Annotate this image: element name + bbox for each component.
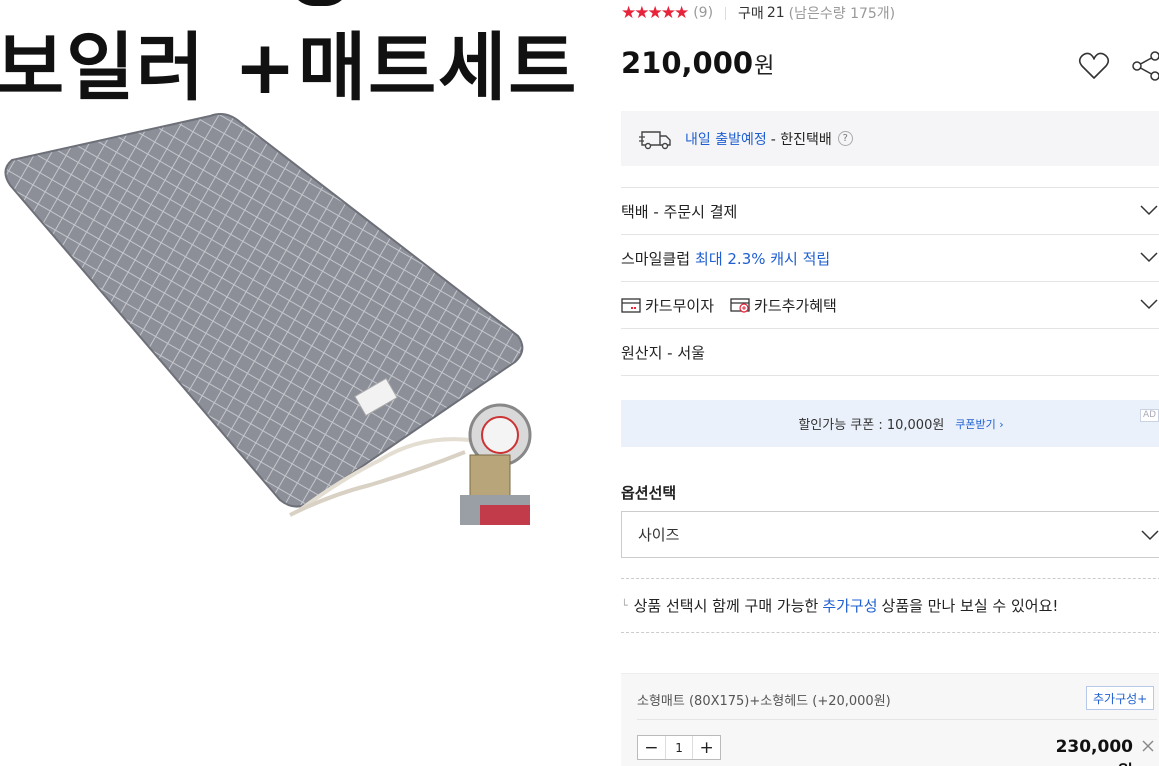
mat-illustration: [4, 113, 532, 525]
quantity-stepper: − 1 +: [637, 735, 721, 760]
chevron-down-icon: [1140, 205, 1158, 216]
decrease-quantity-button[interactable]: −: [638, 736, 665, 759]
review-count-link[interactable]: (9): [693, 5, 713, 21]
divider: [637, 719, 1157, 720]
size-option-select[interactable]: 사이즈: [621, 511, 1159, 558]
coupon-banner[interactable]: 할인가능 쿠폰 : 10,000원 쿠폰받기 › AD: [621, 400, 1159, 447]
purchase-label: 구매: [738, 6, 764, 22]
price-row: 210,000 원: [621, 46, 774, 86]
rating-stars-icon: ★★★★★: [621, 3, 689, 23]
price-unit: 원: [754, 54, 775, 79]
card-plus-icon: [730, 298, 750, 313]
ad-badge: AD: [1140, 409, 1159, 422]
chevron-down-icon: [1140, 299, 1158, 310]
chevron-down-icon: [1140, 252, 1158, 263]
get-coupon-link[interactable]: 쿠폰받기 ›: [955, 416, 1003, 432]
delivery-info: 내일 출발예정 - 한진택배 ?: [621, 111, 1159, 166]
image-title-text: 보일러 +매트세트: [0, 25, 575, 111]
benefit-rows: 택배 - 주문시 결제 스마일클럽 최대 2.3% 캐시 적립 카드무이자 카드…: [621, 187, 1159, 376]
rating-row: ★★★★★ (9) 구매 21 (남은수량 175개): [621, 2, 895, 24]
origin-text: 원산지 - 서울: [621, 343, 705, 362]
selected-option-price: 230,000 원: [1041, 737, 1133, 766]
shipping-text: 택배 - 주문시 결제: [621, 202, 738, 221]
product-image: 보일러 +매트세트: [0, 0, 575, 525]
increase-quantity-button[interactable]: +: [693, 736, 720, 759]
help-icon[interactable]: ?: [837, 131, 853, 146]
stock-remaining: (남은수량 175개): [788, 6, 896, 22]
option-section-title: 옵션선택: [621, 484, 677, 502]
selected-price-amount: 230,000: [1055, 737, 1133, 757]
product-price: 210,000: [621, 46, 754, 80]
shipping-row[interactable]: 택배 - 주문시 결제: [621, 188, 1159, 235]
purchase-count: 21: [766, 5, 785, 21]
size-option-value: 사이즈: [638, 526, 680, 544]
heart-icon: [1078, 52, 1110, 79]
add-extra-button[interactable]: 추가구성+: [1086, 686, 1155, 710]
delivery-carrier: - 한진택배: [770, 131, 832, 148]
coupon-text: 할인가능 쿠폰 : 10,000원: [798, 418, 945, 433]
share-icon: [1132, 51, 1159, 81]
card-icon: [621, 298, 641, 313]
smile-club-row[interactable]: 스마일클럽 최대 2.3% 캐시 적립: [621, 235, 1159, 282]
smile-club-label: 스마일클럽: [621, 249, 691, 268]
card-benefit-row[interactable]: 카드무이자 카드추가혜택: [621, 282, 1159, 329]
tree-branch-icon: └: [621, 599, 628, 612]
addon-hint: └ 상품 선택시 함께 구매 가능한 추가구성 상품을 만나 보실 수 있어요!: [621, 578, 1159, 633]
card-extra-label: 카드추가혜택: [754, 296, 837, 315]
chevron-down-icon: [1141, 530, 1159, 541]
quantity-input[interactable]: 1: [664, 736, 694, 759]
smile-club-benefit: 최대 2.3% 캐시 적립: [695, 249, 831, 268]
selected-option-box: 소형매트 (80X175)+소형헤드 (+20,000원) 추가구성+ − 1 …: [621, 673, 1159, 766]
wishlist-button[interactable]: [1078, 51, 1110, 81]
divider: [725, 6, 727, 20]
delivery-date-link[interactable]: 내일 출발예정: [685, 129, 767, 149]
origin-row: 원산지 - 서울: [621, 329, 1159, 376]
image-top-glyph: [290, 0, 350, 6]
addon-hint-before: 상품 선택시 함께 구매 가능한: [633, 597, 819, 615]
share-button[interactable]: [1131, 51, 1159, 81]
card-no-interest-label: 카드무이자: [645, 296, 715, 315]
selected-option-name: 소형매트 (80X175)+소형헤드 (+20,000원): [637, 694, 891, 709]
product-page: 보일러 +매트세트 ★★★★★ (9) 구매 21 (남은수량 175개) 21…: [0, 0, 1159, 766]
selected-price-unit: 원: [1117, 762, 1133, 766]
truck-icon: [639, 130, 671, 149]
addon-hint-highlight: 추가구성: [822, 597, 878, 615]
close-icon[interactable]: [1140, 738, 1156, 754]
addon-hint-after: 상품을 만나 보실 수 있어요!: [881, 597, 1059, 615]
